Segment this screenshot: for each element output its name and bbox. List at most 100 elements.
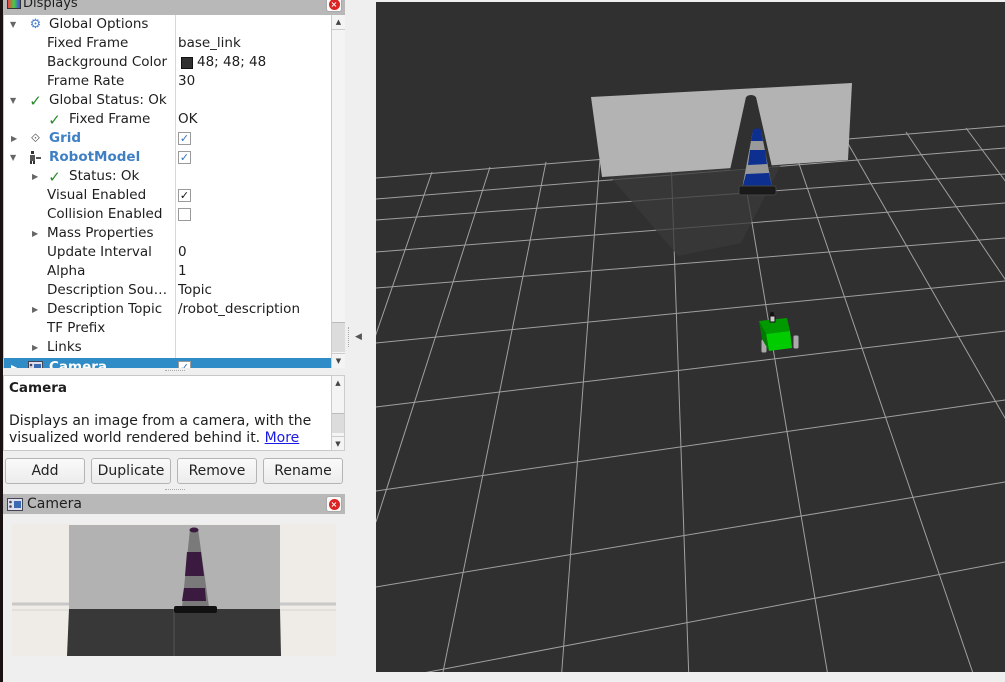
tree-label: Grid xyxy=(49,130,82,146)
visual-enabled-checkbox[interactable]: ✓ xyxy=(178,189,191,202)
tree-label: Fixed Frame xyxy=(47,35,129,51)
tree-row-camera[interactable]: ▶ Camera ✓ xyxy=(4,358,331,368)
collapse-arrow-icon[interactable]: ▶ xyxy=(32,167,38,186)
collapse-arrow-icon[interactable]: ▶ xyxy=(32,338,38,357)
scroll-down-icon[interactable]: ▼ xyxy=(332,436,344,450)
tree-row-tf-prefix[interactable]: TF Prefix xyxy=(4,319,331,338)
tree-row-description-source[interactable]: Description Sou… Topic xyxy=(4,281,331,300)
displays-close-button[interactable]: × xyxy=(326,0,342,12)
close-icon: × xyxy=(328,0,340,10)
check-icon: ✓ xyxy=(48,167,61,186)
cone-tip xyxy=(189,527,199,533)
cone-shadow-tip xyxy=(746,95,756,101)
collapse-arrow-icon[interactable]: ▶ xyxy=(32,224,38,243)
splitter-handle[interactable] xyxy=(165,489,185,491)
collision-enabled-checkbox[interactable] xyxy=(178,208,191,221)
description-source-value[interactable]: Topic xyxy=(178,281,212,300)
tree-row-grid[interactable]: ▶ ⟐ Grid ✓ xyxy=(4,129,331,148)
tree-label: Global Status: Ok xyxy=(49,92,167,108)
more-information-link[interactable]: More xyxy=(265,430,300,446)
camera-close-button[interactable]: × xyxy=(326,496,342,512)
grid-icon: ⟐ xyxy=(30,131,41,145)
collapse-left-icon[interactable]: ◀ xyxy=(355,332,362,342)
scroll-down-icon[interactable]: ▼ xyxy=(332,353,345,368)
expand-arrow-icon[interactable]: ▼ xyxy=(10,91,16,110)
fixed-frame-value[interactable]: base_link xyxy=(178,34,241,53)
cone-stripe xyxy=(182,588,206,601)
tree-row-background-color[interactable]: Background Color 48; 48; 48 xyxy=(4,53,331,72)
tree-label: Background Color xyxy=(47,54,168,70)
update-interval-value[interactable]: 0 xyxy=(178,243,187,262)
description-title: Camera xyxy=(9,380,68,396)
tree-row-mass-properties[interactable]: ▶ Mass Properties xyxy=(4,224,331,243)
collapse-arrow-icon[interactable]: ▶ xyxy=(11,358,17,368)
display-actions: Add Duplicate Remove Rename xyxy=(5,458,345,484)
robot-camera-lens xyxy=(770,312,774,316)
tree-label: TF Prefix xyxy=(47,320,106,336)
frame-rate-value[interactable]: 30 xyxy=(178,72,195,91)
camera-image-view[interactable] xyxy=(12,524,336,656)
camera-icon xyxy=(7,497,23,511)
tree-label: Links xyxy=(47,339,82,355)
expand-arrow-icon[interactable]: ▼ xyxy=(10,148,16,167)
displays-scrollbar[interactable]: ▲ ▼ xyxy=(331,15,345,368)
duplicate-button[interactable]: Duplicate xyxy=(91,458,171,484)
tree-label: Description Topic xyxy=(47,301,163,317)
scroll-thumb[interactable] xyxy=(332,413,344,433)
panel-splitter[interactable] xyxy=(348,327,350,347)
tree-label: Camera xyxy=(49,359,108,368)
monitor-icon xyxy=(7,0,21,9)
tree-label: RobotModel xyxy=(49,149,141,165)
description-topic-value[interactable]: /robot_description xyxy=(178,300,300,319)
robot-wheel xyxy=(792,334,800,350)
background-color-value[interactable]: 48; 48; 48 xyxy=(178,53,266,72)
tree-row-status-fixed-frame[interactable]: ✓ Fixed Frame OK xyxy=(4,110,331,129)
cone-stripe xyxy=(185,552,204,576)
background-color-text: 48; 48; 48 xyxy=(197,54,267,70)
tree-row-robotmodel[interactable]: ▼ RobotModel ✓ xyxy=(4,148,331,167)
scroll-up-icon[interactable]: ▲ xyxy=(332,376,344,390)
add-button[interactable]: Add xyxy=(5,458,85,484)
tree-row-fixed-frame[interactable]: Fixed Frame base_link xyxy=(4,34,331,53)
scroll-up-icon[interactable]: ▲ xyxy=(332,15,345,30)
tree-label: Description Sou… xyxy=(47,282,168,298)
tree-row-robot-status[interactable]: ▶ ✓ Status: Ok xyxy=(4,167,331,186)
tree-row-alpha[interactable]: Alpha 1 xyxy=(4,262,331,281)
camera-panel-titlebar: Camera × xyxy=(3,494,345,514)
tree-row-visual-enabled[interactable]: Visual Enabled ✓ xyxy=(4,186,331,205)
grid-enabled-checkbox[interactable]: ✓ xyxy=(178,132,191,145)
camera-enabled-checkbox[interactable]: ✓ xyxy=(178,361,191,368)
tree-row-collision-enabled[interactable]: Collision Enabled xyxy=(4,205,331,224)
tree-row-links[interactable]: ▶ Links xyxy=(4,338,331,357)
cone-base xyxy=(174,606,217,613)
description-scrollbar[interactable]: ▲ ▼ xyxy=(331,375,345,451)
tree-row-global-options[interactable]: ▼ ⚙ Global Options xyxy=(4,15,331,34)
remove-button[interactable]: Remove xyxy=(177,458,257,484)
color-swatch[interactable] xyxy=(181,56,193,69)
fixed-frame-status-value: OK xyxy=(178,111,198,127)
splitter-handle[interactable] xyxy=(165,370,185,372)
robot-model-icon xyxy=(28,150,43,165)
tree-row-global-status[interactable]: ▼ ✓ Global Status: Ok xyxy=(4,91,331,110)
scroll-thumb[interactable] xyxy=(332,322,345,352)
expand-arrow-icon[interactable]: ▼ xyxy=(10,15,16,34)
rename-button[interactable]: Rename xyxy=(263,458,343,484)
tree-row-description-topic[interactable]: ▶ Description Topic /robot_description xyxy=(4,300,331,319)
collapse-arrow-icon[interactable]: ▶ xyxy=(11,129,17,148)
tree-label: Alpha xyxy=(47,263,86,279)
tree-label: Global Options xyxy=(49,16,149,32)
close-icon: × xyxy=(328,498,340,510)
displays-tree[interactable]: ▼ ⚙ Global Options Fixed Frame base_link… xyxy=(3,15,331,368)
tree-row-update-interval[interactable]: Update Interval 0 xyxy=(4,243,331,262)
3d-viewport[interactable] xyxy=(376,2,1005,672)
gear-icon: ⚙ xyxy=(29,17,42,32)
alpha-value[interactable]: 1 xyxy=(178,262,187,281)
camera-panel-title: Camera xyxy=(27,496,82,512)
tree-label: Status: Ok xyxy=(69,168,140,184)
robotmodel-enabled-checkbox[interactable]: ✓ xyxy=(178,151,191,164)
cone-stripe xyxy=(751,130,763,141)
tree-label: Mass Properties xyxy=(47,225,154,241)
tree-label: Visual Enabled xyxy=(47,187,147,203)
tree-row-frame-rate[interactable]: Frame Rate 30 xyxy=(4,72,331,91)
collapse-arrow-icon[interactable]: ▶ xyxy=(32,300,38,319)
